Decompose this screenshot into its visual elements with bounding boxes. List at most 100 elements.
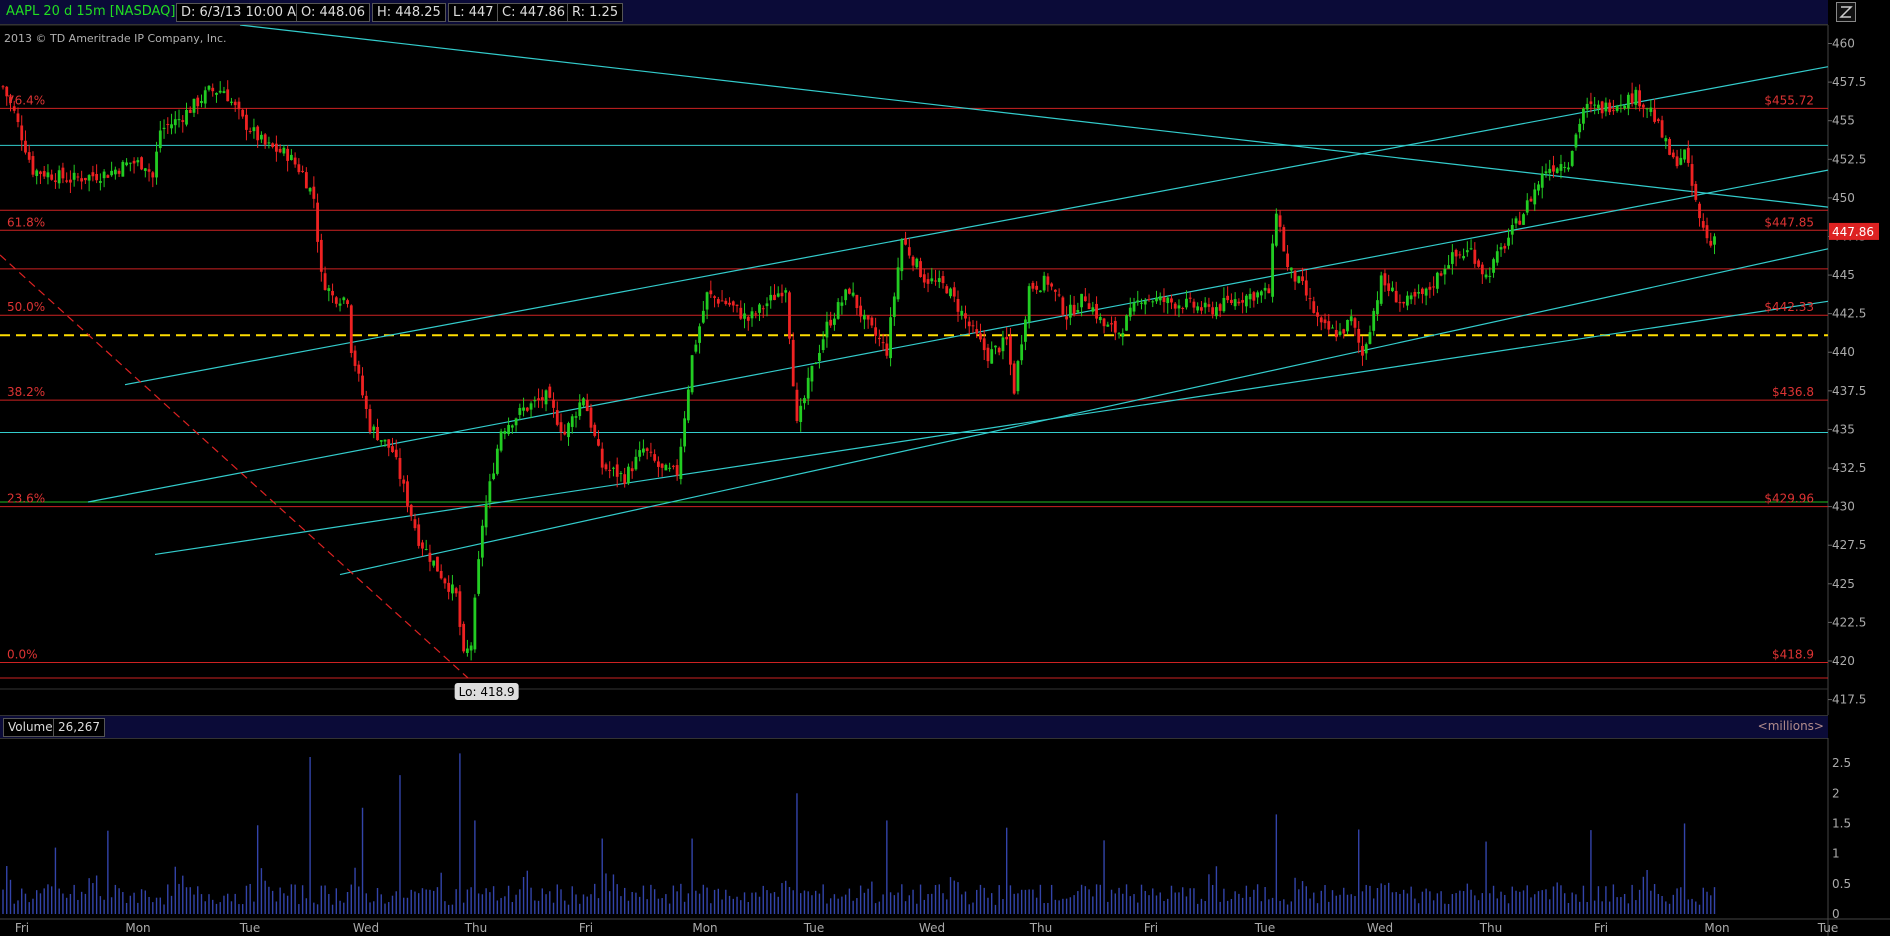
candle-body bbox=[567, 423, 570, 438]
candle-body bbox=[1338, 331, 1342, 335]
candle-body bbox=[1241, 300, 1245, 303]
candle-body bbox=[1226, 295, 1230, 301]
candle-body bbox=[117, 170, 121, 174]
candle-body bbox=[248, 131, 252, 133]
candle-body bbox=[911, 256, 915, 266]
candle-body bbox=[252, 127, 256, 132]
candle-body bbox=[1323, 319, 1327, 324]
candle-body bbox=[128, 162, 132, 164]
candle-body bbox=[578, 402, 582, 417]
fib-price-label: $442.33 bbox=[1764, 300, 1814, 314]
candle-body bbox=[155, 151, 158, 178]
candle-body bbox=[372, 426, 376, 431]
candle-body bbox=[308, 187, 312, 192]
candle-body bbox=[540, 397, 544, 401]
volume-chart[interactable]: Fri Mon Tue Wed Thu Fri Mon Tue Wed Thu Fri Tue Wed T… bbox=[0, 738, 1890, 936]
symbol-label[interactable]: AAPL 20 d 15m [NASDAQ] bbox=[2, 3, 179, 20]
candle-body bbox=[1376, 300, 1379, 315]
candle-body bbox=[1435, 272, 1439, 289]
candle-body bbox=[1215, 307, 1218, 317]
candle-body bbox=[301, 170, 305, 172]
x-day-label: Wed bbox=[353, 921, 379, 935]
candle-body bbox=[1623, 105, 1627, 109]
candle-body bbox=[683, 418, 687, 447]
candle-body bbox=[323, 273, 327, 290]
candle-body bbox=[1409, 295, 1413, 300]
vol-tick-label: 0 bbox=[1832, 907, 1840, 921]
candle-body bbox=[1653, 109, 1656, 122]
candle-body bbox=[1604, 102, 1608, 112]
candle-body bbox=[76, 176, 80, 178]
candle-body bbox=[185, 110, 188, 125]
candle-body bbox=[484, 503, 488, 528]
candle-body bbox=[286, 148, 290, 161]
candle-body bbox=[1417, 292, 1421, 294]
candle-body bbox=[510, 425, 514, 428]
candle-body bbox=[1068, 304, 1072, 318]
candle-body bbox=[27, 152, 31, 160]
candle-body bbox=[61, 167, 65, 179]
candle-body bbox=[1585, 103, 1589, 110]
candle-body bbox=[522, 407, 525, 411]
candle-body bbox=[1668, 138, 1671, 155]
candle-body bbox=[716, 299, 720, 304]
candle-body bbox=[1173, 303, 1177, 309]
candle-body bbox=[1162, 297, 1166, 303]
candle-body bbox=[1439, 273, 1443, 276]
candle-body bbox=[1102, 318, 1106, 327]
x-day-label: Mon bbox=[1704, 921, 1729, 935]
candle-body bbox=[166, 124, 170, 126]
candle-body bbox=[1574, 134, 1578, 148]
candle-body bbox=[267, 142, 271, 144]
candle-body bbox=[87, 175, 91, 181]
candle-body bbox=[477, 559, 481, 594]
candle-body bbox=[1548, 168, 1552, 173]
vol-tick-label: 1.5 bbox=[1832, 816, 1851, 830]
candle-body bbox=[1634, 89, 1638, 105]
candle-body bbox=[994, 345, 997, 348]
candle-body bbox=[705, 292, 709, 310]
candle-body bbox=[218, 90, 222, 93]
candle-body bbox=[1113, 320, 1117, 333]
candle-body bbox=[799, 405, 803, 423]
candle-body bbox=[1611, 110, 1615, 112]
y-tick-label: 457.5 bbox=[1832, 75, 1866, 89]
candle-body bbox=[1110, 323, 1113, 325]
candle-body bbox=[896, 267, 900, 300]
candle-body bbox=[937, 278, 941, 283]
chart-style-button[interactable] bbox=[1836, 2, 1856, 22]
x-day-label: Thu bbox=[1029, 921, 1053, 935]
candle-body bbox=[825, 321, 829, 338]
candle-body bbox=[735, 304, 739, 306]
candle-body bbox=[922, 274, 926, 283]
candle-body bbox=[919, 261, 922, 278]
candle-body bbox=[271, 143, 275, 147]
candle-body bbox=[671, 465, 675, 467]
overlay-lines bbox=[0, 25, 1829, 679]
candle-body bbox=[188, 109, 192, 113]
candle-body bbox=[1447, 265, 1451, 269]
volume-value: 26,267 bbox=[53, 718, 105, 737]
candle-body bbox=[447, 582, 451, 592]
price-chart[interactable]: 460457.5455452.5450447.5445442.5440437.5… bbox=[0, 25, 1890, 715]
candle-body bbox=[964, 313, 967, 319]
candle-body bbox=[57, 170, 61, 184]
x-day-label: Fri bbox=[579, 921, 593, 935]
candles bbox=[1, 80, 1716, 661]
candle-body bbox=[1151, 301, 1155, 303]
candle-body bbox=[24, 140, 27, 153]
candle-body bbox=[1312, 301, 1316, 313]
fib-price-label: $447.85 bbox=[1764, 215, 1814, 229]
candle-body bbox=[1499, 247, 1503, 250]
y-tick-label: 445 bbox=[1832, 268, 1855, 282]
candle-body bbox=[1428, 286, 1432, 290]
candle-body bbox=[806, 377, 810, 399]
candle-body bbox=[642, 448, 645, 453]
candle-body bbox=[1443, 268, 1447, 275]
candle-body bbox=[1533, 189, 1537, 205]
candle-body bbox=[173, 119, 177, 126]
candle-body bbox=[1398, 302, 1402, 304]
candle-body bbox=[1559, 164, 1563, 171]
candle-body bbox=[821, 339, 825, 351]
candle-body bbox=[870, 317, 874, 326]
